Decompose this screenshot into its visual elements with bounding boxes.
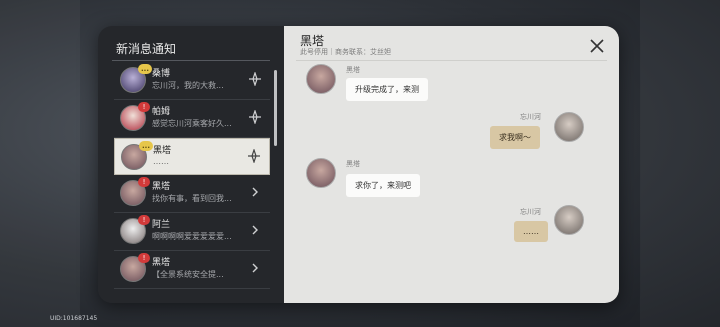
chat-window: 黑塔 此号停用｜商务联系：艾丝妲 黑塔 升级完成了，来测 忘川河 求我啊～ 黑塔…	[284, 26, 619, 303]
divider	[112, 60, 270, 61]
notification-preview: 感觉忘川河乘客好久...	[152, 119, 232, 128]
message-panel: 新消息通知 ... 桑博 忘川河，我的大救...! 帕姆 感觉忘川河乘客好久......…	[98, 26, 619, 303]
notification-preview: 找你有事，看到回我...	[152, 194, 232, 203]
notification-item[interactable]: ! 黑塔【全景系统安全提...	[114, 251, 270, 289]
chevron-right-icon[interactable]	[248, 185, 262, 199]
notification-item[interactable]: ! 帕姆感觉忘川河乘客好久...	[114, 100, 270, 138]
diamond-rune-icon[interactable]	[248, 110, 262, 124]
uid-label: UID:101687145	[50, 315, 98, 322]
unread-dots-badge: ...	[138, 64, 152, 74]
unread-dots-badge: ...	[139, 141, 153, 151]
avatar	[554, 112, 584, 142]
notification-preview: ……	[153, 157, 169, 166]
chevron-right-icon[interactable]	[248, 261, 262, 275]
notification-sender: 黑塔	[152, 182, 171, 192]
divider	[296, 60, 607, 61]
chevron-right-icon[interactable]	[248, 223, 262, 237]
notification-sender: 桑博	[152, 69, 171, 79]
list-scrollbar[interactable]	[274, 70, 277, 146]
notification-sender: 黑塔	[153, 146, 172, 156]
notification-sender: 黑塔	[152, 258, 171, 268]
message-sender: 忘川河	[520, 113, 541, 121]
message-bubble: 升级完成了，来测	[346, 78, 428, 101]
avatar	[306, 64, 336, 94]
message-sender: 黑塔	[346, 160, 360, 168]
notification-preview: 啊啊啊啊爱爱爱爱爱...	[152, 232, 232, 241]
chat-contact-status: 此号停用｜商务联系：艾丝妲	[300, 48, 391, 56]
diamond-rune-icon[interactable]	[247, 149, 261, 163]
notification-item[interactable]: ... 黑塔……	[114, 138, 270, 175]
message-bubble: ……	[514, 221, 548, 242]
message-sender: 忘川河	[520, 208, 541, 216]
avatar	[554, 205, 584, 235]
close-icon[interactable]	[589, 38, 605, 54]
notification-sender: 帕姆	[152, 107, 171, 117]
notification-item[interactable]: ... 桑博忘川河，我的大救...	[114, 62, 270, 100]
alert-badge: !	[138, 102, 150, 112]
notification-preview: 忘川河，我的大救...	[152, 81, 224, 90]
message-bubble: 求我啊～	[490, 126, 540, 149]
avatar	[306, 158, 336, 188]
notification-sidebar: 新消息通知 ... 桑博 忘川河，我的大救...! 帕姆 感觉忘川河乘客好久......…	[98, 26, 284, 303]
notification-item[interactable]: ! 黑塔找你有事，看到回我...	[114, 175, 270, 213]
notification-preview: 【全景系统安全提...	[152, 270, 224, 279]
alert-badge: !	[138, 177, 150, 187]
notification-title: 新消息通知	[116, 42, 177, 56]
message-bubble: 求你了，来测吧	[346, 174, 420, 197]
diamond-rune-icon[interactable]	[248, 72, 262, 86]
notification-item[interactable]: ! 阿兰啊啊啊啊爱爱爱爱爱...	[114, 213, 270, 251]
alert-badge: !	[138, 215, 150, 225]
notification-sender: 阿兰	[152, 220, 171, 230]
message-sender: 黑塔	[346, 66, 360, 74]
notification-list: ... 桑博 忘川河，我的大救...! 帕姆 感觉忘川河乘客好久...... 黑塔……! 黑…	[114, 62, 270, 289]
alert-badge: !	[138, 253, 150, 263]
